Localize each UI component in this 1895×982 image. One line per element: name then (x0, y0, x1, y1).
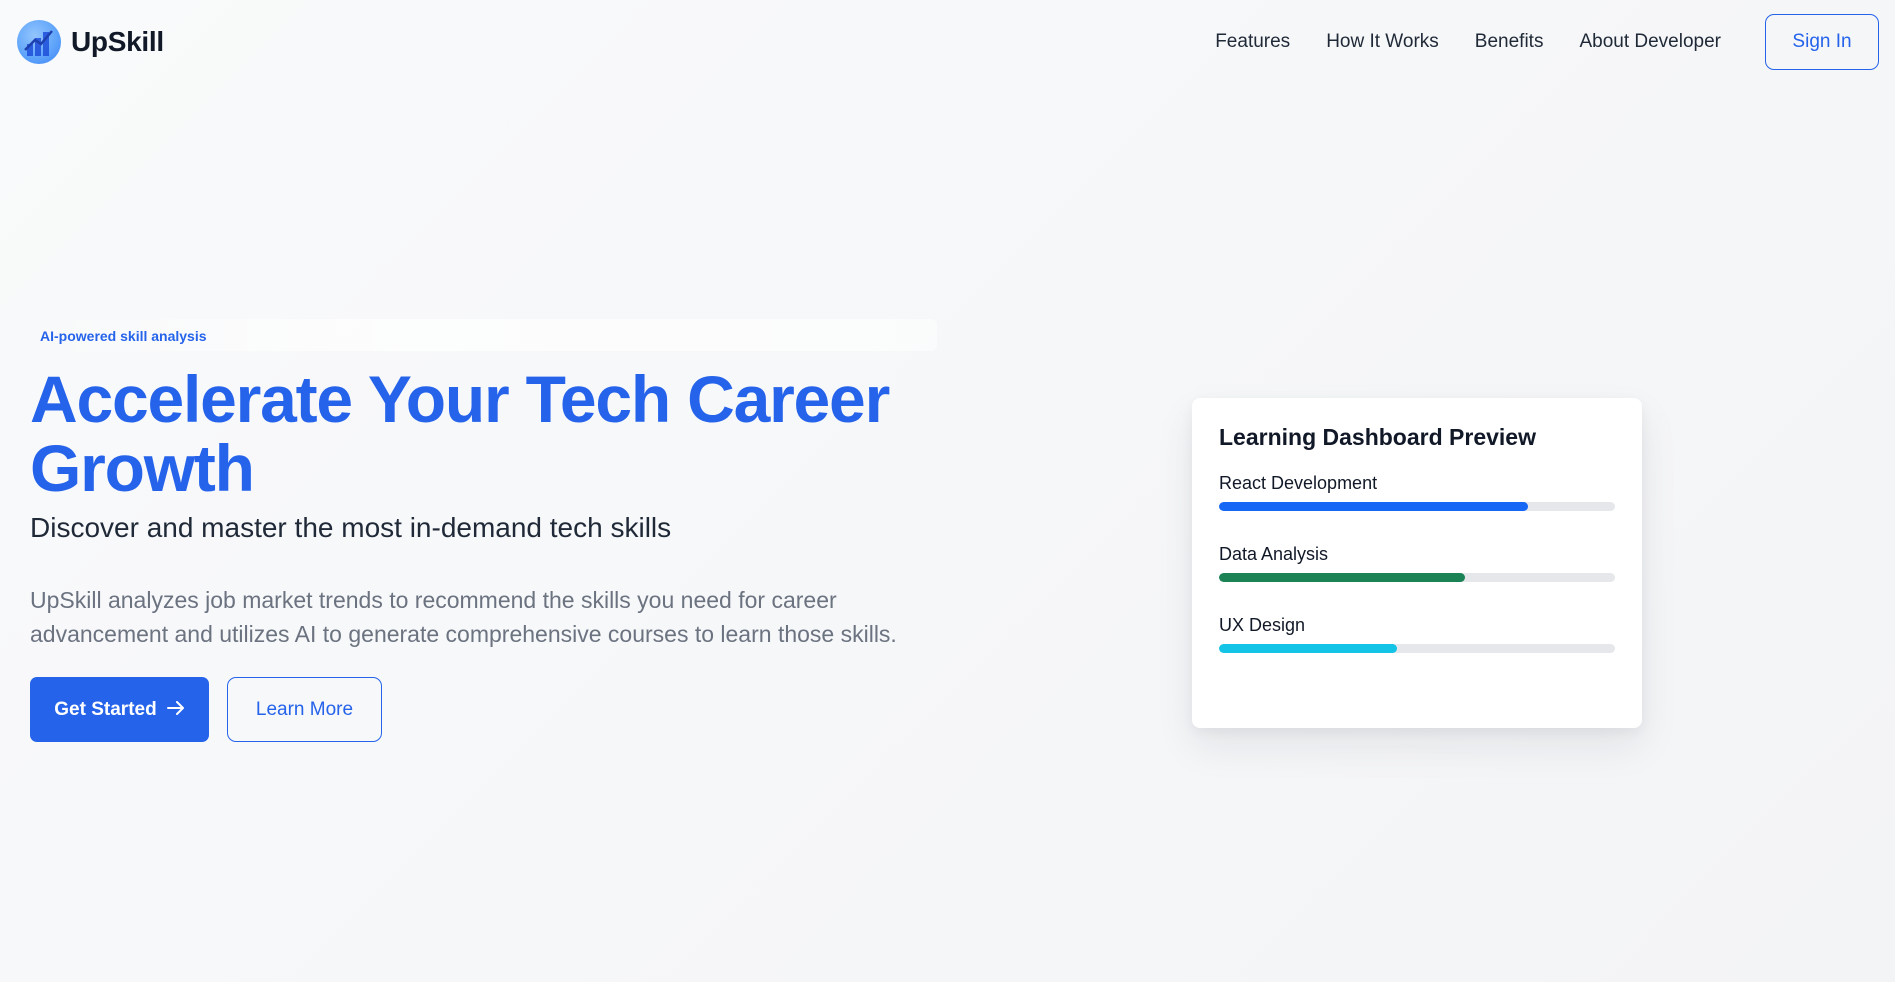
nav-link-benefits[interactable]: Benefits (1475, 31, 1544, 53)
dashboard-title: Learning Dashboard Preview (1219, 424, 1536, 450)
hero-subheadline: Discover and master the most in-demand t… (30, 512, 672, 543)
skill-label: UX Design (1219, 615, 1306, 635)
skill-label: React Development (1219, 473, 1378, 493)
nav-link-features[interactable]: Features (1215, 31, 1290, 53)
hero-badge: AI-powered skill analysis (30, 319, 937, 351)
skill-label: Data Analysis (1219, 544, 1329, 564)
nav-links: Features How It Works Benefits About Dev… (1215, 31, 1721, 53)
hero-section: AI-powered skill analysis Accelerate You… (30, 319, 950, 742)
nav-right: Features How It Works Benefits About Dev… (1215, 14, 1879, 70)
top-navbar: UpSkill Features How It Works Benefits A… (0, 0, 1895, 84)
progress-track (1219, 644, 1615, 653)
progress-fill (1219, 573, 1465, 582)
skill-item-ux-design: UX Design (1219, 615, 1615, 653)
progress-fill (1219, 644, 1398, 653)
skill-item-react: React Development (1219, 473, 1615, 511)
brand[interactable]: UpSkill (17, 20, 164, 64)
learn-more-button[interactable]: Learn More (227, 677, 382, 742)
arrow-right-icon (166, 699, 185, 721)
hero-description: UpSkill analyzes job market trends to re… (30, 587, 897, 647)
nav-link-how-it-works[interactable]: How It Works (1326, 31, 1439, 53)
progress-fill (1219, 502, 1528, 511)
skill-item-data-analysis: Data Analysis (1219, 544, 1615, 582)
sign-in-button[interactable]: Sign In (1765, 14, 1879, 70)
dashboard-preview-card: Learning Dashboard Preview React Develop… (1192, 398, 1642, 728)
cta-group: Get Started Learn More (30, 677, 950, 742)
get-started-label: Get Started (54, 698, 157, 720)
chart-growth-icon (17, 20, 61, 64)
nav-link-about-developer[interactable]: About Developer (1579, 31, 1721, 53)
brand-name: UpSkill (71, 26, 164, 57)
hero-headline: Accelerate Your Tech Career Growth (30, 362, 890, 505)
progress-track (1219, 573, 1615, 582)
get-started-button[interactable]: Get Started (30, 677, 209, 742)
progress-track (1219, 502, 1615, 511)
